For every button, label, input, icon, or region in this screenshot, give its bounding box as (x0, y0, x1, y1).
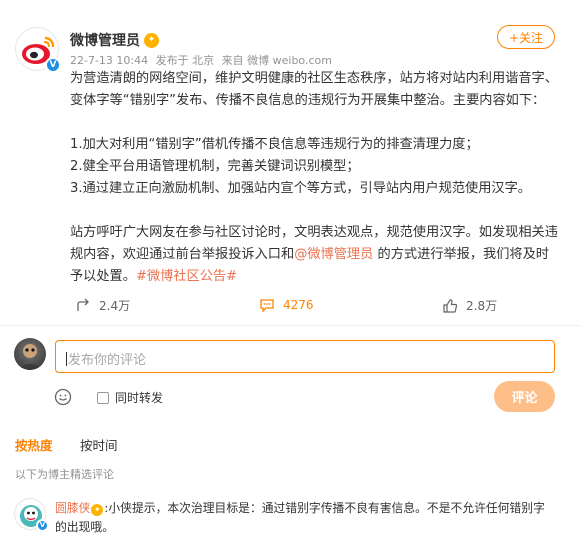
comment-icon (260, 299, 274, 313)
post-location: 发布于 北京 (155, 54, 215, 67)
post-list-item: 2.健全平台用语管理机制，完善关键词识别模型； (70, 159, 360, 174)
author-avatar[interactable]: V (15, 27, 61, 73)
post-actions: 2.4万 4276 2.8万 (0, 297, 581, 323)
comment-button[interactable]: 4276 (259, 297, 314, 313)
submit-comment-button[interactable]: 评论 (494, 381, 555, 412)
follow-button[interactable]: +关注 (497, 25, 555, 49)
post-paragraph: 站方呼吁广大网友在参与社区讨论时，文明表达观点，规范使用汉字。如发现相关违规内容… (70, 225, 558, 284)
comment-count: 4276 (283, 298, 314, 312)
comment-input[interactable]: 发布你的评论 (55, 340, 555, 373)
post-list-item: 3.通过建立正向激励机制、加强站内宣个等方式，引导站内用户规范使用汉字。 (70, 181, 531, 196)
like-button[interactable]: 2.8万 (442, 297, 497, 314)
verified-badge-icon: V (45, 57, 61, 73)
repost-count: 2.4万 (99, 299, 131, 313)
emoji-icon[interactable] (54, 388, 72, 406)
tab-by-time[interactable]: 按时间 (80, 435, 118, 454)
featured-comments-hint: 以下为博主精选评论 (15, 468, 114, 481)
like-count: 2.8万 (466, 299, 498, 313)
comment-text: :小侠提示，本次治理目标是：通过错别字传播不良有害信息。不是不允许任何错别字的出… (55, 501, 545, 534)
post-meta: 22-7-13 10:44 发布于 北京 来自 微博 weibo.com (70, 52, 336, 68)
gold-medal-icon: ✦ (144, 32, 159, 48)
repost-icon (77, 298, 89, 311)
divider (0, 325, 581, 326)
text-caret (66, 352, 67, 366)
tab-by-hot[interactable]: 按热度 (15, 435, 53, 454)
post-content: 为营造清朗的网络空间，维护文明健康的社区生态秩序，站方将对站内利用谐音字、变体字… (70, 68, 560, 288)
hashtag-link[interactable]: #微博社区公告# (136, 269, 237, 284)
comment-placeholder: 发布你的评论 (68, 353, 147, 368)
current-user-avatar[interactable] (14, 338, 46, 370)
repost-label: 同时转发 (115, 391, 164, 405)
commenter-name[interactable]: 圆膝侠 (55, 501, 90, 515)
post-list-item: 1.加大对利用“错别字”借机传播不良信息等违规行为的排查清理力度； (70, 137, 479, 152)
featured-comment: 圆膝侠 ✦:小侠提示，本次治理目标是：通过错别字传播不良有害信息。不是不允许任何错… (55, 499, 555, 536)
commenter-verified-icon: V (36, 519, 49, 532)
post-date[interactable]: 22-7-13 10:44 (70, 54, 148, 67)
post-paragraph: 为营造清朗的网络空间，维护文明健康的社区生态秩序，站方将对站内利用谐音字、变体字… (70, 71, 558, 108)
author-name[interactable]: 微博管理员 (70, 30, 140, 50)
thumbs-up-icon (443, 298, 458, 313)
repost-toggle[interactable]: 同时转发 (97, 389, 163, 406)
post-source: 来自 微博 weibo.com (221, 54, 332, 67)
mention-link[interactable]: @微博管理员 (294, 247, 373, 262)
commenter-medal-icon: ✦ (91, 504, 104, 516)
repost-checkbox[interactable] (97, 391, 109, 404)
repost-button[interactable]: 2.4万 (75, 297, 130, 314)
